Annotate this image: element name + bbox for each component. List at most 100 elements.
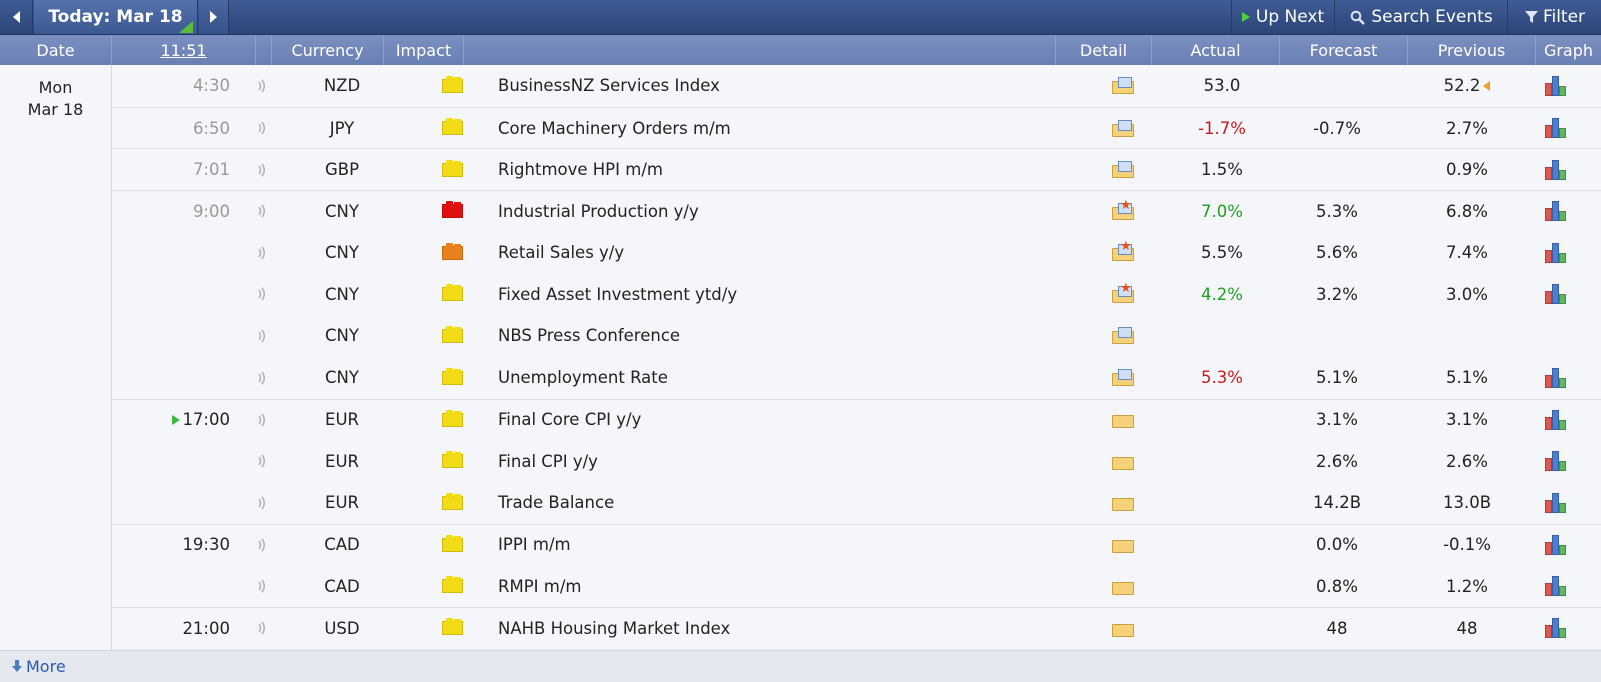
impact-icon[interactable]: [412, 608, 492, 649]
sound-icon[interactable]: [252, 149, 272, 190]
graph-icon[interactable]: [1512, 273, 1601, 315]
graph-icon[interactable]: [1512, 65, 1601, 107]
graph-icon[interactable]: [1512, 232, 1601, 274]
event-row[interactable]: 21:00 USD NAHB Housing Market Index 48 4…: [112, 606, 1601, 649]
event-row[interactable]: 19:30 CAD IPPI m/m 0.0% -0.1%: [112, 523, 1601, 566]
event-title[interactable]: Final CPI y/y: [498, 440, 1058, 482]
event-time: [112, 440, 230, 482]
event-title[interactable]: Industrial Production y/y: [498, 191, 1058, 232]
graph-icon[interactable]: [1512, 565, 1601, 607]
graph-icon[interactable]: [1512, 608, 1601, 649]
impact-icon[interactable]: [412, 400, 492, 441]
graph-icon[interactable]: [1512, 357, 1601, 399]
event-row[interactable]: 4:30 NZD BusinessNZ Services Index 53.0 …: [112, 65, 1601, 107]
arrow-left-icon: [12, 11, 20, 23]
event-previous-value: 3.0%: [1446, 284, 1488, 304]
event-currency: JPY: [329, 118, 355, 138]
date-day: Mar 18: [27, 100, 84, 119]
event-row[interactable]: CNY Retail Sales y/y ★ 5.5% 5.6% 7.4%: [112, 231, 1601, 274]
event-currency: EUR: [325, 493, 359, 513]
impact-icon[interactable]: [412, 232, 492, 274]
more-link[interactable]: More: [0, 650, 1601, 682]
previous-day-button[interactable]: [0, 0, 33, 34]
sound-icon[interactable]: [252, 400, 272, 441]
event-row[interactable]: CNY NBS Press Conference: [112, 315, 1601, 357]
event-title[interactable]: Fixed Asset Investment ytd/y: [498, 273, 1058, 315]
sound-icon[interactable]: [252, 525, 272, 566]
impact-icon[interactable]: [412, 525, 492, 566]
event-title[interactable]: RMPI m/m: [498, 565, 1058, 607]
event-currency: USD: [324, 618, 360, 638]
sound-icon[interactable]: [252, 65, 272, 107]
impact-icon[interactable]: [412, 273, 492, 315]
next-day-button[interactable]: [199, 0, 229, 34]
today-label: Today: Mar 18: [48, 7, 183, 27]
event-row[interactable]: CAD RMPI m/m 0.8% 1.2%: [112, 565, 1601, 607]
filter-icon: [1524, 11, 1538, 23]
graph-icon[interactable]: [1512, 108, 1601, 149]
impact-icon[interactable]: [412, 191, 492, 232]
event-row[interactable]: 9:00 CNY Industrial Production y/y ★ 7.0…: [112, 190, 1601, 232]
impact-icon[interactable]: [412, 65, 492, 107]
event-time-label: 17:00: [182, 410, 230, 430]
graph-icon[interactable]: [1512, 191, 1601, 232]
up-next-button[interactable]: Up Next: [1231, 0, 1335, 34]
event-row[interactable]: 17:00 EUR Final Core CPI y/y 3.1% 3.1%: [112, 398, 1601, 441]
event-title[interactable]: Trade Balance: [498, 482, 1058, 524]
filter-button[interactable]: Filter: [1509, 0, 1601, 34]
sound-icon[interactable]: [252, 108, 272, 149]
event-row[interactable]: 6:50 JPY Core Machinery Orders m/m -1.7%…: [112, 106, 1601, 149]
event-time: [112, 357, 230, 399]
sound-icon[interactable]: [252, 273, 272, 315]
event-title[interactable]: Unemployment Rate: [498, 357, 1058, 399]
sound-icon[interactable]: [252, 482, 272, 524]
up-next-label: Up Next: [1255, 7, 1325, 27]
event-row[interactable]: CNY Unemployment Rate 5.3% 5.1% 5.1%: [112, 356, 1601, 399]
impact-icon[interactable]: [412, 149, 492, 190]
event-time: 19:30: [112, 525, 230, 566]
impact-icon[interactable]: [412, 315, 492, 357]
sound-icon[interactable]: [252, 357, 272, 399]
event-title[interactable]: Core Machinery Orders m/m: [498, 108, 1058, 149]
graph-icon: [1512, 315, 1601, 357]
header-current-time[interactable]: 11:51: [112, 35, 256, 65]
graph-icon[interactable]: [1512, 440, 1601, 482]
graph-icon[interactable]: [1512, 149, 1601, 190]
event-currency: CNY: [325, 243, 359, 263]
impact-icon[interactable]: [412, 565, 492, 607]
graph-icon[interactable]: [1512, 525, 1601, 566]
event-row[interactable]: EUR Trade Balance 14.2B 13.0B: [112, 481, 1601, 524]
event-title[interactable]: Rightmove HPI m/m: [498, 149, 1058, 190]
event-row[interactable]: CNY Fixed Asset Investment ytd/y ★ 4.2% …: [112, 273, 1601, 316]
event-previous-value: 5.1%: [1446, 368, 1488, 388]
impact-icon[interactable]: [412, 482, 492, 524]
event-title[interactable]: BusinessNZ Services Index: [498, 65, 1058, 107]
event-previous-value: 3.1%: [1446, 410, 1488, 430]
sound-icon[interactable]: [252, 565, 272, 607]
event-time: [112, 482, 230, 524]
event-title[interactable]: IPPI m/m: [498, 525, 1058, 566]
impact-icon[interactable]: [412, 108, 492, 149]
graph-icon[interactable]: [1512, 400, 1601, 441]
sound-icon[interactable]: [252, 191, 272, 232]
event-time: 6:50: [112, 108, 230, 149]
sound-icon[interactable]: [252, 232, 272, 274]
sound-icon[interactable]: [252, 608, 272, 649]
impact-icon[interactable]: [412, 357, 492, 399]
event-forecast: 5.1%: [1316, 368, 1358, 388]
impact-icon[interactable]: [412, 440, 492, 482]
event-title[interactable]: NBS Press Conference: [498, 315, 1058, 357]
event-forecast: 5.6%: [1316, 243, 1358, 263]
event-row[interactable]: 7:01 GBP Rightmove HPI m/m 1.5% 0.9%: [112, 148, 1601, 191]
search-events-button[interactable]: Search Events: [1336, 0, 1508, 34]
sound-icon[interactable]: [252, 440, 272, 482]
sound-icon[interactable]: [252, 315, 272, 357]
event-title[interactable]: NAHB Housing Market Index: [498, 608, 1058, 649]
graph-icon[interactable]: [1512, 482, 1601, 524]
event-currency: EUR: [325, 410, 359, 430]
event-time: [112, 565, 230, 607]
event-title[interactable]: Final Core CPI y/y: [498, 400, 1058, 441]
today-button[interactable]: Today: Mar 18: [34, 0, 198, 34]
event-row[interactable]: EUR Final CPI y/y 2.6% 2.6%: [112, 440, 1601, 482]
event-title[interactable]: Retail Sales y/y: [498, 232, 1058, 274]
